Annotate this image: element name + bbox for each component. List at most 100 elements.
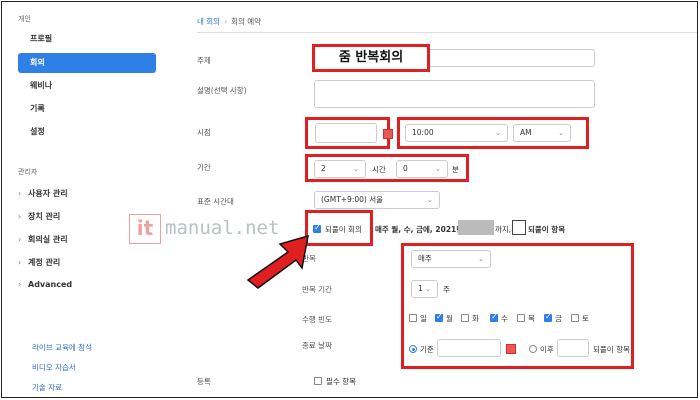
sidebar-item-user-management[interactable]: › 사용자 관리	[18, 188, 68, 199]
breadcrumb-separator: ›	[224, 17, 228, 26]
end-date-label: 종료 날짜	[302, 341, 332, 350]
recurring-summary-b: 까지,	[495, 225, 512, 234]
end-by-label: 기준	[420, 345, 434, 354]
end-after-unit: 되풀이 항목	[593, 345, 630, 354]
day-fri-label: 금	[555, 314, 562, 323]
sidebar-item-device-management[interactable]: › 장치 관리	[18, 211, 60, 222]
description-label: 설명(선택 사항)	[197, 86, 247, 95]
sidebar-item-label: 회의실 관리	[28, 235, 68, 244]
chevron-right-icon: ›	[18, 258, 22, 267]
registration-label: 등록	[197, 377, 211, 386]
recurring-checkbox[interactable]	[313, 223, 321, 233]
day-thu-checkbox[interactable]	[517, 314, 525, 322]
day-tue-checkbox[interactable]	[461, 314, 469, 322]
date-input[interactable]	[315, 123, 377, 143]
sidebar-item-meetings[interactable]: 회의	[18, 53, 156, 73]
registration-checkbox[interactable]	[314, 377, 322, 385]
sidebar-item-recordings[interactable]: 기록	[18, 99, 156, 119]
annotation-arrow-icon	[246, 234, 309, 289]
breadcrumb-my-meetings[interactable]: 내 회의	[197, 17, 220, 26]
day-mon-checkbox[interactable]	[435, 312, 443, 322]
recurring-summary-a: 매주 월, 수, 금에, 2021년	[375, 225, 464, 234]
watermark-logo: it	[129, 214, 161, 244]
chevron-right-icon: ›	[18, 189, 22, 198]
when-label: 시점	[197, 128, 211, 137]
time-select[interactable]: 10:00 ⌄	[405, 124, 508, 142]
timezone-value: (GMT+9:00) 서울	[321, 195, 384, 204]
repeat-interval-select[interactable]: 1 ⌄	[411, 280, 438, 298]
duration-hours-select[interactable]: 2 ⌄	[314, 160, 366, 178]
duration-label: 기간	[197, 163, 211, 172]
sidebar-item-webinars[interactable]: 웨비나	[18, 76, 156, 96]
end-by-radio[interactable]	[409, 345, 417, 353]
recurring-summary-c: 되풀이 항목	[528, 225, 566, 234]
recurring-label: 되풀이 회의	[325, 225, 362, 234]
sidebar: 개인 프로필 회의 웨비나 기록 설정 관리자 › 사용자 관리 › 장치 관리 ›…	[2, 2, 167, 397]
day-wed-checkbox[interactable]	[490, 312, 498, 322]
day-sat-label: 토	[582, 314, 589, 323]
main-content: 내 회의 › 회의 예약 주제 줌 반복회의 설명(선택 사항) 시점 10:00 ⌄…	[172, 2, 697, 397]
chevron-down-icon: ⌄	[427, 196, 433, 204]
chevron-down-icon: ⌄	[558, 129, 564, 137]
end-after-radio[interactable]	[529, 345, 537, 353]
chevron-down-icon: ⌄	[435, 165, 441, 173]
sidebar-item-label: 사용자 관리	[28, 189, 68, 198]
chevron-down-icon: ⌄	[495, 129, 501, 137]
calendar-icon[interactable]	[383, 129, 393, 139]
day-tue-label: 화	[472, 314, 479, 323]
sidebar-item-label: Advanced	[28, 280, 73, 289]
end-after-input[interactable]	[557, 339, 589, 357]
time-value: 10:00	[412, 128, 434, 137]
day-sun-label: 일	[420, 314, 427, 323]
day-sat-checkbox[interactable]	[571, 314, 579, 322]
chevron-down-icon: ⌄	[478, 255, 484, 263]
sidebar-item-room-management[interactable]: › 회의실 관리	[18, 234, 68, 245]
sidebar-item-account-management[interactable]: › 계정 관리	[18, 257, 60, 268]
ampm-select[interactable]: AM ⌄	[513, 124, 571, 142]
breadcrumb-current: 회의 예약	[231, 17, 262, 26]
duration-minutes-value: 0	[403, 164, 408, 173]
timezone-label: 표준 시간대	[197, 197, 234, 206]
overlay-title-box: 줌 반복회의	[312, 44, 430, 72]
link-video-tutorials[interactable]: 비디오 자습서	[32, 362, 76, 373]
chevron-right-icon: ›	[18, 235, 22, 244]
link-knowledge-base[interactable]: 기술 자료	[32, 382, 62, 393]
sidebar-item-label: 계정 관리	[28, 258, 61, 267]
repeat-select[interactable]: 매주 ⌄	[411, 250, 491, 268]
calendar-icon[interactable]	[506, 344, 516, 354]
topic-label: 주제	[197, 56, 211, 65]
app-window: 개인 프로필 회의 웨비나 기록 설정 관리자 › 사용자 관리 › 장치 관리 ›…	[1, 1, 698, 398]
divider	[197, 32, 697, 33]
end-date-input[interactable]	[437, 339, 501, 357]
redacted-date	[458, 220, 494, 235]
repeat-value: 매주	[418, 254, 432, 263]
description-textarea[interactable]	[314, 80, 595, 108]
registration-required-label: 필수 항목	[326, 377, 356, 386]
personal-section-header: 개인	[18, 15, 31, 23]
minutes-unit: 분	[452, 165, 459, 174]
admin-section-header: 관리자	[18, 168, 38, 176]
repeat-interval-value: 1	[418, 284, 423, 293]
day-sun-checkbox[interactable]	[409, 314, 417, 322]
timezone-select[interactable]: (GMT+9:00) 서울 ⌄	[314, 191, 440, 209]
sidebar-item-label: 장치 관리	[28, 212, 61, 221]
day-thu-label: 목	[528, 314, 535, 323]
duration-hours-value: 2	[321, 164, 326, 173]
breadcrumb: 내 회의 › 회의 예약	[197, 16, 261, 27]
ampm-value: AM	[520, 128, 532, 137]
hours-unit: 시간	[372, 165, 386, 174]
repeat-interval-unit: 주	[443, 285, 450, 294]
occurs-on-label: 수행 빈도	[302, 315, 332, 324]
day-fri-checkbox[interactable]	[544, 312, 552, 322]
chevron-right-icon: ›	[18, 212, 22, 221]
link-live-training[interactable]: 라이브 교육에 참석	[32, 342, 92, 353]
sidebar-item-profile[interactable]: 프로필	[18, 29, 156, 49]
duration-minutes-select[interactable]: 0 ⌄	[396, 160, 448, 178]
sidebar-item-advanced[interactable]: › Advanced	[18, 280, 72, 289]
sidebar-item-settings[interactable]: 설정	[18, 122, 156, 142]
redacted-count	[512, 220, 526, 235]
day-mon-label: 월	[446, 314, 453, 323]
chevron-right-icon: ›	[18, 280, 22, 289]
chevron-down-icon: ⌄	[425, 285, 431, 293]
chevron-down-icon: ⌄	[353, 165, 359, 173]
